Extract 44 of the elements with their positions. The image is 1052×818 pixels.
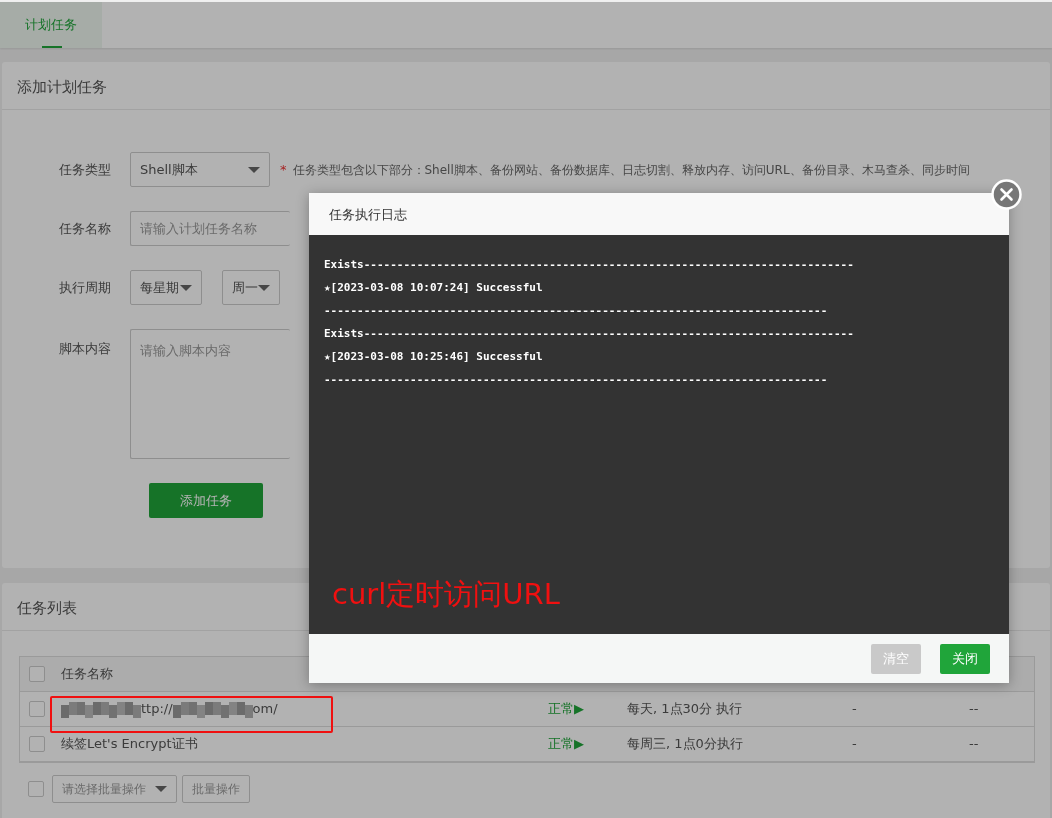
- caret-icon: [180, 284, 192, 291]
- log-line: ★[2023-03-08 10:25:46] Successful: [324, 349, 544, 365]
- table-cell-text: -: [852, 735, 858, 754]
- table-cell-text: --: [969, 735, 979, 754]
- close-button[interactable]: 关闭: [940, 643, 990, 674]
- add-task-button[interactable]: 添加任务: [149, 483, 263, 518]
- field-label: 任务类型: [58, 160, 112, 179]
- task-name: ttp://: [141, 700, 173, 719]
- row-checkbox[interactable]: [29, 736, 45, 752]
- table-cell-text: --: [969, 700, 979, 719]
- field-label: 任务名称: [58, 219, 112, 238]
- schedule-text: 每周三, 1点0分执行: [627, 735, 744, 754]
- table-cell-text: -: [852, 700, 858, 719]
- task-name: 续签Let's Encrypt证书: [61, 735, 198, 754]
- log-line: ----------------------------------------------------------------------------: [324, 372, 829, 388]
- status-text: 正常▶: [548, 735, 585, 754]
- tab[interactable]: 计划任务: [0, 2, 102, 48]
- cycle-select[interactable]: 每星期: [130, 270, 202, 305]
- batch-checkbox[interactable]: [28, 781, 44, 797]
- log-line: ★[2023-03-08 10:07:24] Successful: [324, 280, 544, 296]
- batch-button[interactable]: 批量操作: [182, 775, 250, 803]
- type-select[interactable]: Shell脚本: [130, 152, 270, 187]
- name-field[interactable]: 请输入计划任务名称: [130, 211, 290, 246]
- caret-icon: [258, 284, 270, 291]
- log-line: Exists--------------------------------------------------------------------------: [324, 257, 855, 273]
- log-line: Exists--------------------------------------------------------------------------: [324, 326, 855, 342]
- field-hint: 任务类型包含以下部分：Shell脚本、备份网站、备份数据库、日志切割、释放内存、访问URL、备份目录、木马查杀、同步时间: [292, 161, 970, 179]
- status-text: 正常▶: [548, 700, 585, 719]
- card-title: 添加计划任务: [2, 62, 1050, 110]
- task-name: om/: [252, 700, 278, 719]
- column-header: 任务名称: [61, 665, 114, 684]
- field-label: 执行周期: [58, 278, 112, 297]
- log-line: ----------------------------------------------------------------------------: [324, 303, 829, 319]
- caret-icon: [248, 166, 260, 173]
- field-label: 脚本内容: [58, 340, 112, 358]
- cycle-select[interactable]: 周一: [222, 270, 280, 305]
- annotation-text: curl定时访问URL: [332, 580, 560, 609]
- batch-select[interactable]: 请选择批量操作: [52, 775, 177, 803]
- caret-icon: [155, 786, 167, 792]
- schedule-text: 每天, 1点30分 执行: [627, 700, 744, 719]
- row-checkbox[interactable]: [29, 701, 45, 717]
- script-field[interactable]: 请输入脚本内容: [130, 329, 290, 459]
- select-all-checkbox[interactable]: [29, 666, 45, 682]
- required-mark: *: [280, 160, 287, 179]
